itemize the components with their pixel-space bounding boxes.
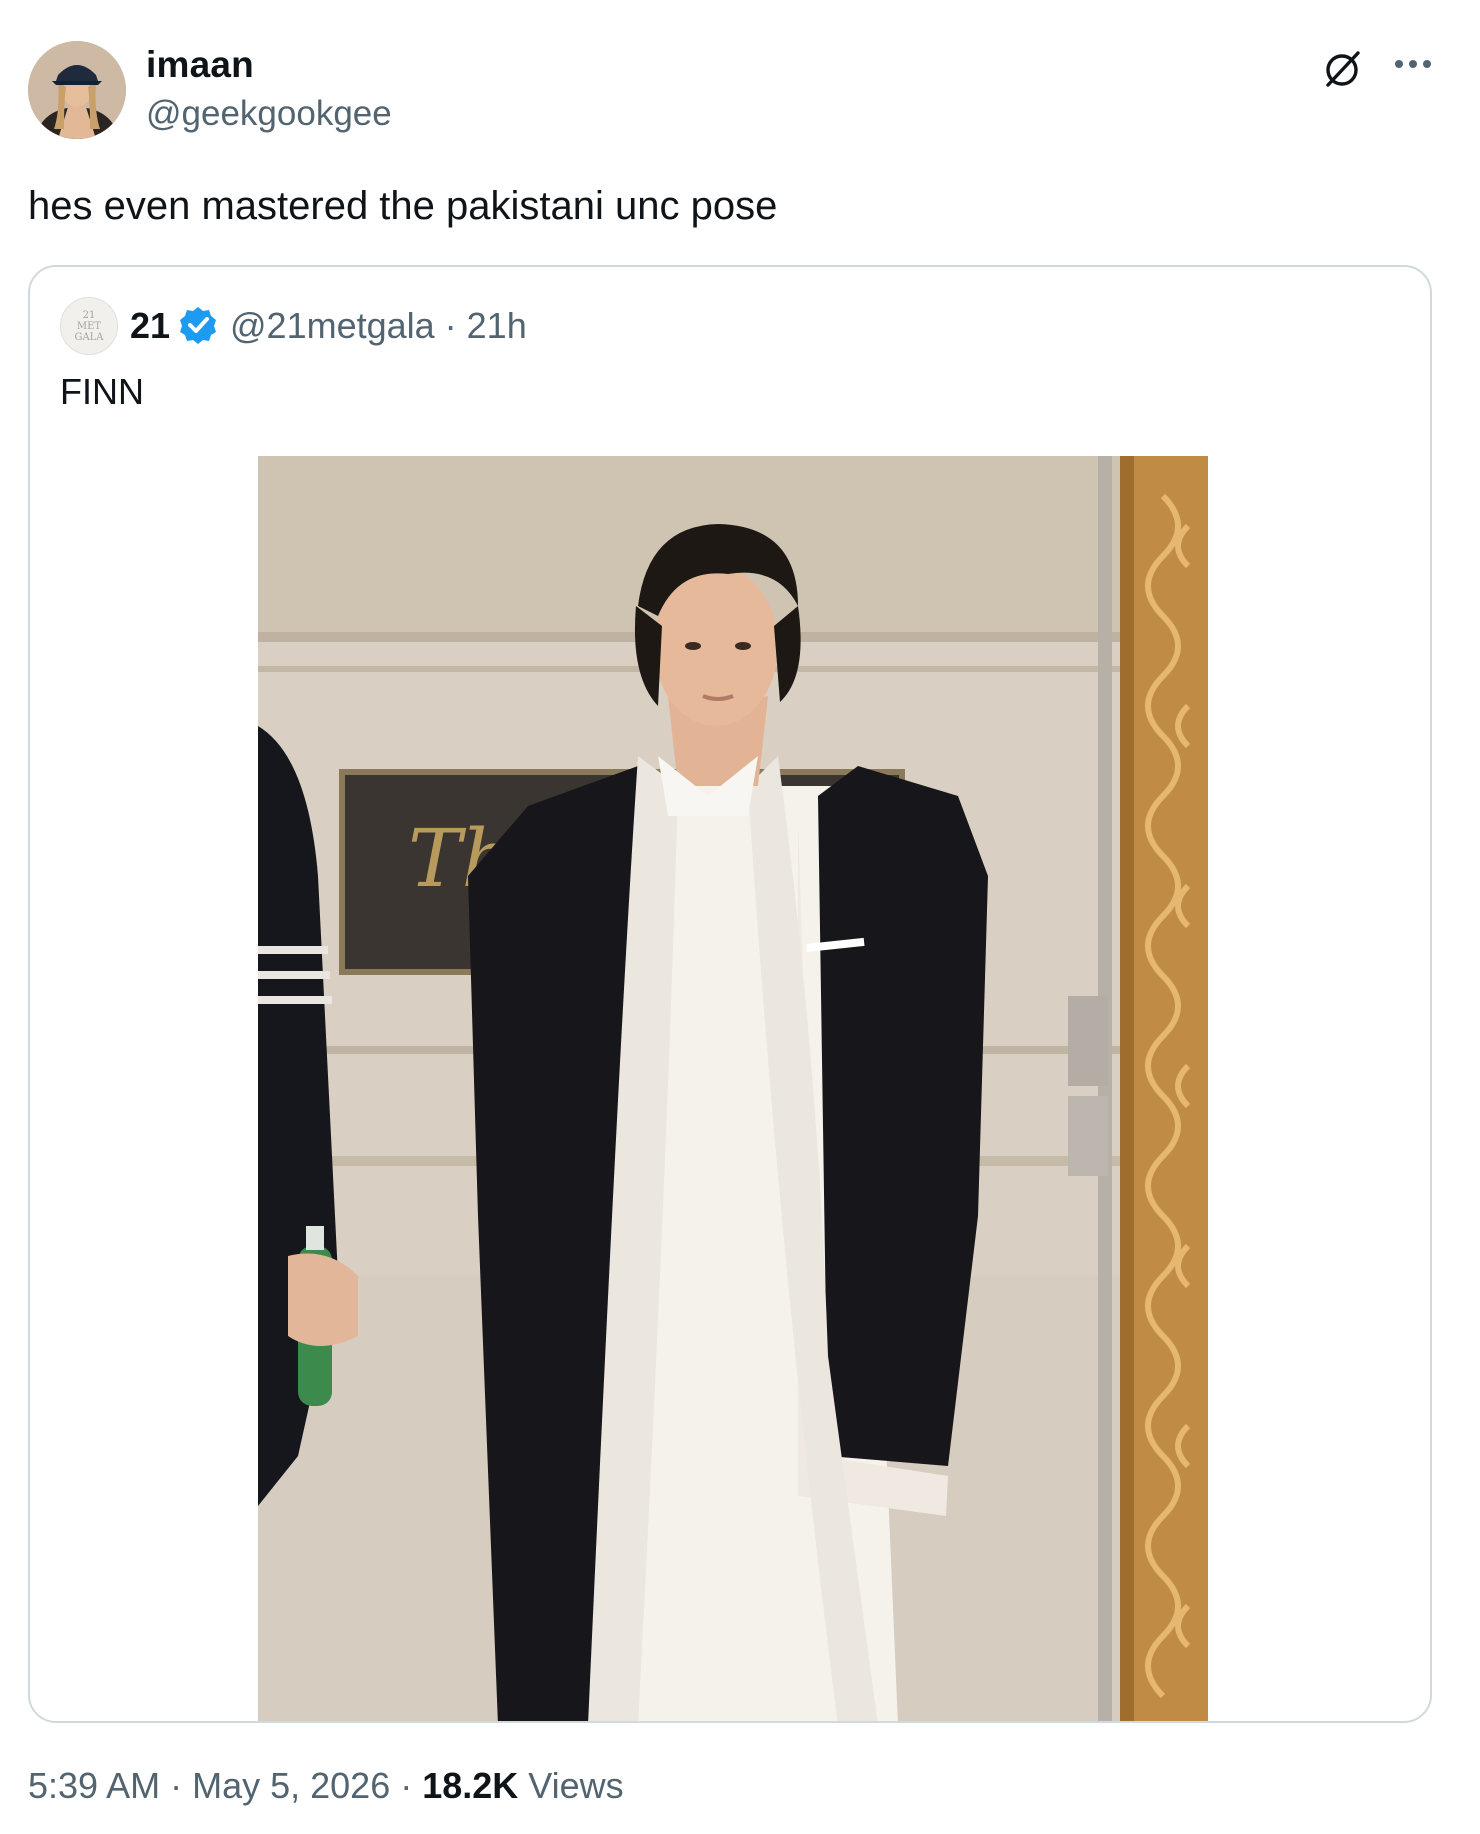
quoted-tweet-text: FINN — [60, 371, 144, 412]
author-handle[interactable]: @geekgookgee — [146, 94, 392, 134]
views-count[interactable]: 18.2K — [422, 1765, 518, 1806]
tweet-metadata: 5:39 AM · May 5, 2026 · 18.2K Views — [28, 1765, 624, 1807]
author-display-name[interactable]: imaan — [146, 44, 254, 86]
quoted-photo[interactable]: Th — [258, 456, 1208, 1721]
quoted-avatar[interactable]: 21 MET GALA — [60, 297, 118, 355]
more-options-icon[interactable] — [1388, 44, 1438, 84]
quoted-handle-and-time[interactable]: @21metgala · 21h — [230, 305, 527, 347]
avatar-image — [28, 41, 126, 139]
grok-slash-icon[interactable] — [1318, 44, 1368, 94]
quoted-avatar-line: 21 — [82, 309, 96, 321]
tweet-text: hes even mastered the pakistani unc pose — [28, 184, 778, 228]
views-label: Views — [518, 1765, 624, 1806]
quoted-tweet-card[interactable]: 21 MET GALA 21 @21metgala · 21h FINN Th — [28, 265, 1432, 1723]
separator: · — [160, 1765, 193, 1806]
tweet-date[interactable]: May 5, 2026 — [192, 1765, 390, 1806]
verified-badge-icon — [180, 307, 216, 344]
quoted-display-name[interactable]: 21 — [130, 305, 170, 347]
user-avatar[interactable] — [28, 41, 126, 139]
tweet: imaan @geekgookgee hes even mastered the… — [0, 0, 1480, 1834]
tweet-time[interactable]: 5:39 AM — [28, 1765, 160, 1806]
quoted-avatar-line: GALA — [74, 331, 104, 343]
separator: · — [390, 1765, 423, 1806]
quoted-avatar-line: MET — [76, 320, 102, 332]
